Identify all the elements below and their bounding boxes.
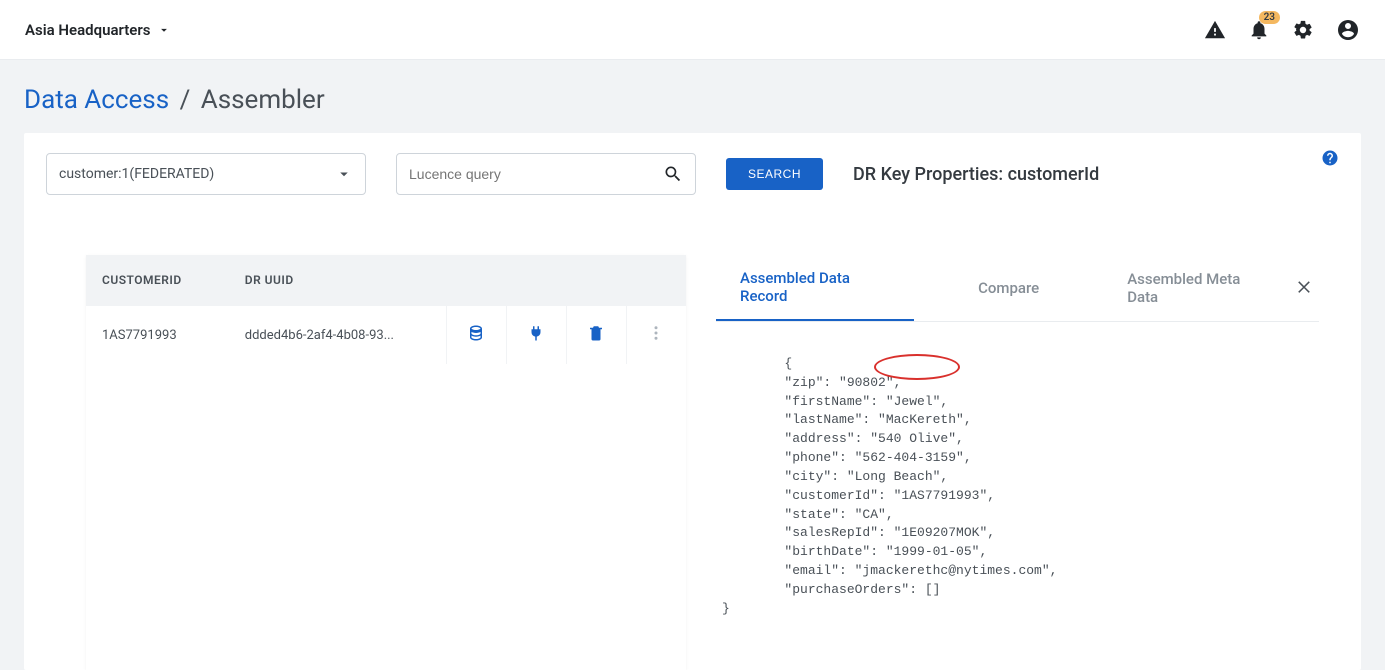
- cell-customerid: 1AS7791993: [86, 306, 229, 365]
- search-button[interactable]: SEARCH: [726, 158, 823, 190]
- cell-uuid: ddded4b6-2af4-4b08-93...: [229, 306, 446, 365]
- view-data-button[interactable]: [467, 331, 485, 346]
- results-table: CUSTOMERID DR UUID 1AS7791993 ddded4b6-2…: [86, 255, 686, 670]
- query-input-wrap: [396, 153, 696, 195]
- alerts-button[interactable]: [1204, 19, 1226, 41]
- topbar: Asia Headquarters 23: [0, 0, 1385, 60]
- notifications-button[interactable]: 23: [1248, 19, 1270, 41]
- results-area: CUSTOMERID DR UUID 1AS7791993 ddded4b6-2…: [46, 195, 1339, 670]
- key-properties-label: DR Key Properties: customerId: [853, 164, 1099, 185]
- source-select-value: customer:1(FEDERATED): [59, 166, 214, 182]
- search-icon: [663, 164, 683, 184]
- table-row[interactable]: 1AS7791993 ddded4b6-2af4-4b08-93...: [86, 306, 686, 365]
- tab-assembled-meta[interactable]: Assembled Meta Data: [1103, 256, 1289, 320]
- account-icon: [1336, 18, 1360, 42]
- source-select[interactable]: customer:1(FEDERATED): [46, 153, 366, 195]
- settings-button[interactable]: [1292, 19, 1314, 41]
- help-icon: [1321, 149, 1339, 167]
- connect-button[interactable]: [527, 331, 545, 346]
- chevron-down-icon: [335, 165, 353, 183]
- account-button[interactable]: [1336, 18, 1360, 42]
- close-panel-button[interactable]: [1289, 277, 1319, 299]
- database-icon: [467, 324, 485, 342]
- org-switcher[interactable]: Asia Headquarters: [25, 21, 171, 39]
- tab-assembled-record[interactable]: Assembled Data Record: [716, 255, 914, 321]
- more-vert-icon: [647, 324, 665, 342]
- breadcrumb: Data Access / Assembler: [0, 60, 1385, 133]
- assembler-card: customer:1(FEDERATED) SEARCH DR Key Prop…: [24, 133, 1361, 670]
- topbar-actions: 23: [1204, 18, 1360, 42]
- detail-tabs: Assembled Data Record Compare Assembled …: [716, 255, 1319, 322]
- query-input[interactable]: [409, 166, 663, 182]
- close-icon: [1295, 277, 1313, 295]
- plug-icon: [527, 324, 545, 342]
- json-viewer: { "zip": "90802", "firstName": "Jewel", …: [716, 322, 1319, 670]
- col-header-uuid: DR UUID: [229, 255, 446, 306]
- delete-button[interactable]: [587, 331, 605, 346]
- breadcrumb-separator: /: [180, 85, 191, 115]
- help-button[interactable]: [1321, 149, 1339, 171]
- detail-panel: Assembled Data Record Compare Assembled …: [716, 255, 1339, 670]
- more-actions-button[interactable]: [647, 331, 665, 346]
- warning-icon: [1204, 19, 1226, 41]
- chevron-down-icon: [157, 23, 171, 37]
- json-content: { "zip": "90802", "firstName": "Jewel", …: [722, 356, 1057, 616]
- notification-badge: 23: [1259, 11, 1280, 24]
- org-name: Asia Headquarters: [25, 21, 151, 39]
- gear-icon: [1292, 19, 1314, 41]
- breadcrumb-link[interactable]: Data Access: [24, 85, 169, 115]
- col-header-customerid: CUSTOMERID: [86, 255, 229, 306]
- trash-icon: [587, 324, 605, 342]
- breadcrumb-current: Assembler: [201, 85, 325, 115]
- tab-compare[interactable]: Compare: [954, 265, 1063, 311]
- controls-row: customer:1(FEDERATED) SEARCH DR Key Prop…: [46, 153, 1339, 195]
